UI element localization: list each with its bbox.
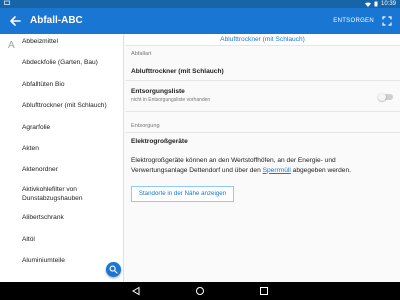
bag-icon <box>4 0 10 5</box>
clock: 10:39 <box>380 1 396 7</box>
fullscreen-icon[interactable] <box>382 16 392 26</box>
toggle-knob <box>378 92 386 101</box>
app-title: Abfall-ABC <box>30 15 83 26</box>
battery-icon <box>374 1 378 7</box>
list-item[interactable]: Aktivkohlefilter von Dunstabzugshauben <box>22 186 118 203</box>
search-button[interactable] <box>106 262 121 277</box>
abc-list-pane: A Abbeizmittel Abdeckfolie (Garten, Bau)… <box>0 34 124 282</box>
home-icon[interactable] <box>195 286 205 296</box>
abfallart-value: Ablufttrockner (mit Schlauch) <box>131 68 224 75</box>
entsorgungsliste-subtext: nicht in Entsorgungsliste vorhanden <box>131 97 211 103</box>
list-item[interactable]: Akten <box>22 145 39 152</box>
notification-icons <box>4 0 10 8</box>
entsorgungsliste-toggle[interactable] <box>378 92 393 101</box>
list-item[interactable]: Abfalltüten Bio <box>22 81 65 88</box>
status-bar: 10:39 <box>0 0 400 8</box>
entsorgungsliste-label: Entsorgungsliste <box>131 88 185 95</box>
divider <box>125 80 400 81</box>
section-letter: A <box>8 40 15 51</box>
list-item[interactable]: Abbeizmittel <box>22 38 58 45</box>
list-item[interactable]: Aluminiumteile <box>22 257 65 264</box>
search-icon <box>109 265 118 274</box>
detail-title: Ablufttrockner (mit Schlauch) <box>125 34 400 46</box>
entsorgung-description: Elektrogroßgeräte können an den Wertstof… <box>131 156 393 175</box>
list-item[interactable]: Alibertschrank <box>22 214 64 221</box>
entsorgung-value: Elektrogroßgeräte <box>131 138 188 145</box>
list-item[interactable]: Altöl <box>22 236 35 243</box>
sperrmuell-link[interactable]: Sperrmüll <box>263 167 291 174</box>
list-item[interactable]: Agrarfolie <box>22 124 50 131</box>
abfallart-label: Abfallart <box>131 51 152 57</box>
wifi-icon <box>364 2 371 7</box>
entsorgung-label: Entsorgung <box>131 123 160 129</box>
divider <box>125 132 400 133</box>
back-nav-icon[interactable] <box>131 286 141 296</box>
detail-pane: Ablufttrockner (mit Schlauch) Abfallart … <box>125 34 400 282</box>
divider <box>125 111 400 112</box>
back-arrow-icon[interactable] <box>8 14 22 28</box>
app-bar: Abfall-ABC ENTSORGEN <box>0 8 400 34</box>
system-nav-bar <box>0 282 400 300</box>
status-icons: 10:39 <box>364 0 396 8</box>
description-text: abgegeben werden. <box>290 166 351 174</box>
entsorgen-button[interactable]: ENTSORGEN <box>333 8 374 34</box>
list-item[interactable]: Aktenordner <box>22 166 58 173</box>
recents-icon[interactable] <box>259 286 269 296</box>
list-item[interactable]: Ablufttrockner (mit Schlauch) <box>22 102 107 109</box>
nearby-locations-button[interactable]: Standorte in der Nähe anzeigen <box>131 186 234 202</box>
list-item[interactable]: Abdeckfolie (Garten, Bau) <box>22 59 98 66</box>
